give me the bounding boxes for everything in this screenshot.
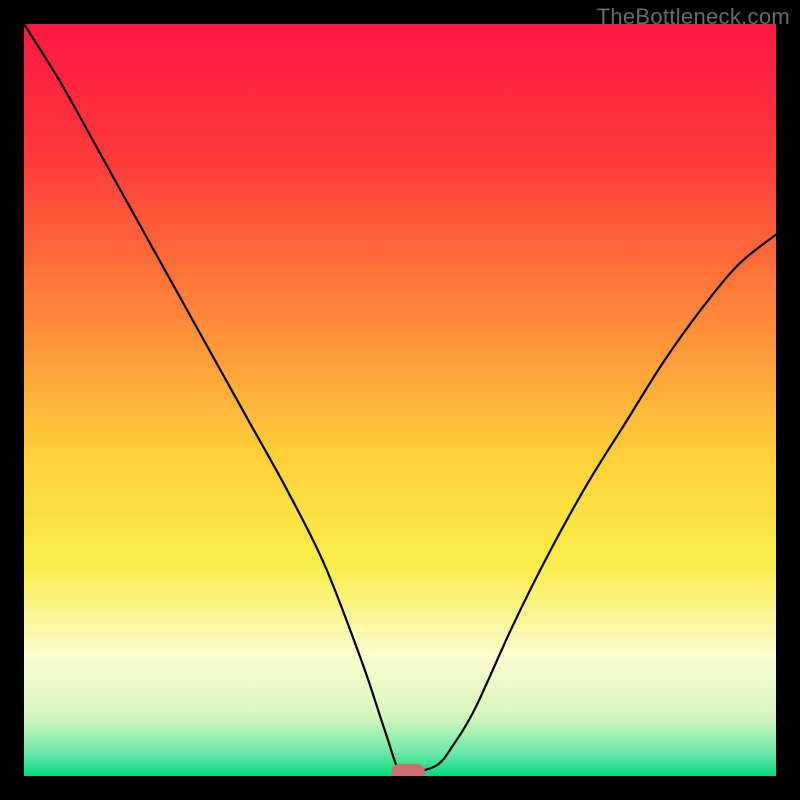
watermark-text: TheBottleneck.com	[597, 4, 790, 30]
minimum-marker	[391, 764, 425, 776]
plot-area	[24, 24, 776, 776]
bottleneck-curve	[24, 24, 776, 776]
chart-frame	[0, 0, 800, 800]
